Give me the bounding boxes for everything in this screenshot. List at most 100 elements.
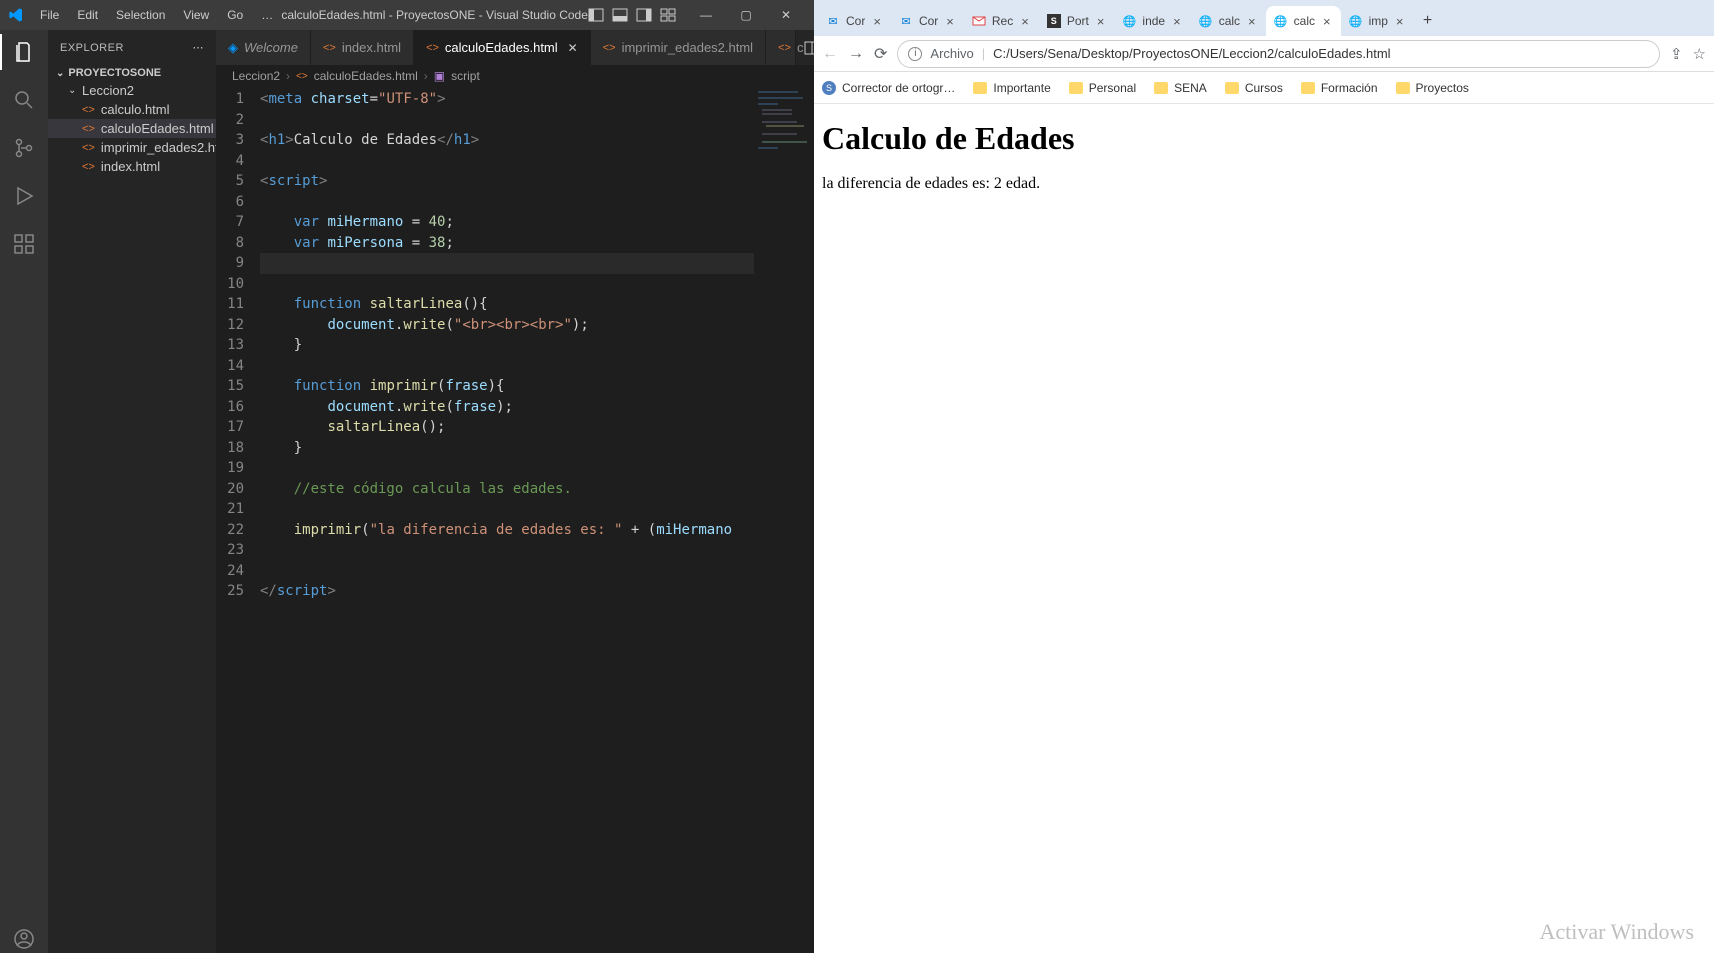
close-button[interactable]: ✕ (766, 8, 806, 22)
close-icon[interactable]: × (1019, 14, 1031, 29)
globe-icon: 🌐 (1349, 14, 1363, 28)
file-item[interactable]: <>imprimir_edades2.html (48, 138, 216, 157)
activity-bar (0, 30, 48, 953)
close-icon[interactable]: × (1394, 14, 1406, 29)
reload-button[interactable]: ⟳ (874, 44, 887, 64)
bookmark-item[interactable]: Proyectos (1396, 81, 1469, 95)
folder-leccion2[interactable]: ⌄ Leccion2 (48, 81, 216, 100)
bookmark-item[interactable]: SENA (1154, 81, 1207, 95)
menu-file[interactable]: File (32, 4, 67, 26)
html-file-icon: <> (323, 42, 336, 54)
explorer-more-icon[interactable]: ⋯ (193, 41, 205, 54)
chevron-down-icon: ⌄ (56, 68, 64, 79)
favicon-icon: S (1047, 14, 1061, 28)
menu-edit[interactable]: Edit (69, 4, 106, 26)
close-icon[interactable]: × (1171, 14, 1183, 29)
forward-button[interactable]: → (848, 45, 864, 63)
layout-controls (588, 7, 676, 23)
close-icon[interactable]: ✕ (568, 41, 578, 55)
file-item[interactable]: <>calculo.html (48, 100, 216, 119)
tab-label: Cor (919, 14, 938, 28)
explorer-activity-icon[interactable] (10, 38, 38, 66)
run-debug-activity-icon[interactable] (10, 182, 38, 210)
outlook-icon: ✉ (899, 14, 913, 28)
bookmark-item[interactable]: Cursos (1225, 81, 1283, 95)
site-info-icon[interactable]: i (908, 47, 922, 61)
tab-label: calc (1294, 14, 1315, 28)
browser-tab[interactable]: ✉ Cor × (818, 6, 891, 36)
source-control-activity-icon[interactable] (10, 134, 38, 162)
browser-tab[interactable]: 🌐calc× (1191, 6, 1266, 36)
code-content[interactable]: <meta charset="UTF-8"> <h1>Calculo de Ed… (260, 87, 754, 953)
toggle-panel-icon[interactable] (612, 7, 628, 23)
code-editor[interactable]: 1234567891011121314151617181920212223242… (216, 87, 754, 953)
toggle-primary-sidebar-icon[interactable] (588, 7, 604, 23)
menu-go[interactable]: Go (219, 4, 251, 26)
html-file-icon: <> (82, 104, 95, 116)
extensions-activity-icon[interactable] (10, 230, 38, 258)
tab-label: Cor (846, 14, 865, 28)
close-icon[interactable]: × (944, 14, 956, 29)
close-icon[interactable]: × (1246, 14, 1258, 29)
bookmarks-bar: S Corrector de ortogr… Importante Persona… (814, 72, 1714, 104)
menu-selection[interactable]: Selection (108, 4, 173, 26)
accounts-activity-icon[interactable] (10, 925, 38, 953)
window-title: calculoEdades.html - ProyectosONE - Visu… (281, 8, 588, 22)
bookmark-item[interactable]: S Corrector de ortogr… (822, 81, 955, 95)
browser-tab[interactable]: Rec× (964, 6, 1039, 36)
tab-calculoedades[interactable]: <>calculoEdades.html✕ (414, 30, 591, 65)
tab-c[interactable]: <>c (766, 30, 796, 65)
bookmark-star-icon[interactable]: ☆ (1693, 45, 1706, 63)
minimize-button[interactable]: — (686, 8, 726, 22)
globe-icon: 🌐 (1199, 14, 1213, 28)
page-text: la diferencia de edades es: 2 edad. (822, 175, 1706, 193)
minimap[interactable] (754, 87, 814, 953)
menu-view[interactable]: View (175, 4, 217, 26)
vscode-logo-icon (8, 7, 24, 23)
favicon-icon: S (822, 81, 836, 95)
close-icon[interactable]: × (871, 14, 883, 29)
separator: | (982, 46, 985, 61)
bookmark-label: Importante (993, 81, 1050, 95)
project-header[interactable]: ⌄ PROYECTOSONE (48, 65, 216, 81)
outlook-icon: ✉ (826, 14, 840, 28)
folder-icon (1069, 82, 1083, 94)
file-item[interactable]: <>calculoEdades.html (48, 119, 216, 138)
url-input[interactable]: i Archivo | C:/Users/Sena/Desktop/Proyec… (897, 40, 1660, 68)
search-activity-icon[interactable] (10, 86, 38, 114)
bookmark-item[interactable]: Personal (1069, 81, 1136, 95)
bookmark-item[interactable]: Importante (973, 81, 1050, 95)
customize-layout-icon[interactable] (660, 7, 676, 23)
titlebar: File Edit Selection View Go … calculoEda… (0, 0, 814, 30)
browser-tab[interactable]: 🌐imp× (1341, 6, 1414, 36)
close-icon[interactable]: × (1095, 14, 1107, 29)
chevron-down-icon: ⌄ (68, 85, 78, 96)
browser-tab[interactable]: SPort× (1039, 6, 1115, 36)
breadcrumb-item[interactable]: calculoEdades.html (314, 69, 418, 83)
breadcrumb[interactable]: Leccion2 › <> calculoEdades.html › ▣ scr… (216, 65, 814, 87)
maximize-button[interactable]: ▢ (726, 8, 766, 22)
breadcrumb-item[interactable]: script (451, 69, 480, 83)
tab-label: Welcome (244, 40, 298, 55)
split-editor-icon[interactable] (804, 40, 814, 56)
back-button[interactable]: ← (822, 45, 838, 63)
tab-imprimir[interactable]: <>imprimir_edades2.html (591, 30, 766, 65)
new-tab-button[interactable]: + (1414, 12, 1442, 36)
bookmark-label: Corrector de ortogr… (842, 81, 955, 95)
share-icon[interactable]: ⇪ (1670, 45, 1683, 63)
close-icon[interactable]: × (1321, 14, 1333, 29)
menu-more[interactable]: … (253, 4, 281, 26)
bookmark-label: SENA (1174, 81, 1207, 95)
bookmark-item[interactable]: Formación (1301, 81, 1378, 95)
folder-icon (973, 82, 987, 94)
browser-tab[interactable]: 🌐calc× (1266, 6, 1341, 36)
breadcrumb-item[interactable]: Leccion2 (232, 69, 280, 83)
browser-tab[interactable]: ✉ Cor × (891, 6, 964, 36)
globe-icon: 🌐 (1122, 14, 1136, 28)
tab-welcome[interactable]: ◈Welcome (216, 30, 311, 65)
toggle-secondary-sidebar-icon[interactable] (636, 7, 652, 23)
explorer-header: EXPLORER ⋯ (48, 30, 216, 65)
browser-tab[interactable]: 🌐inde× (1114, 6, 1190, 36)
file-item[interactable]: <>index.html (48, 157, 216, 176)
tab-index[interactable]: <>index.html (311, 30, 414, 65)
